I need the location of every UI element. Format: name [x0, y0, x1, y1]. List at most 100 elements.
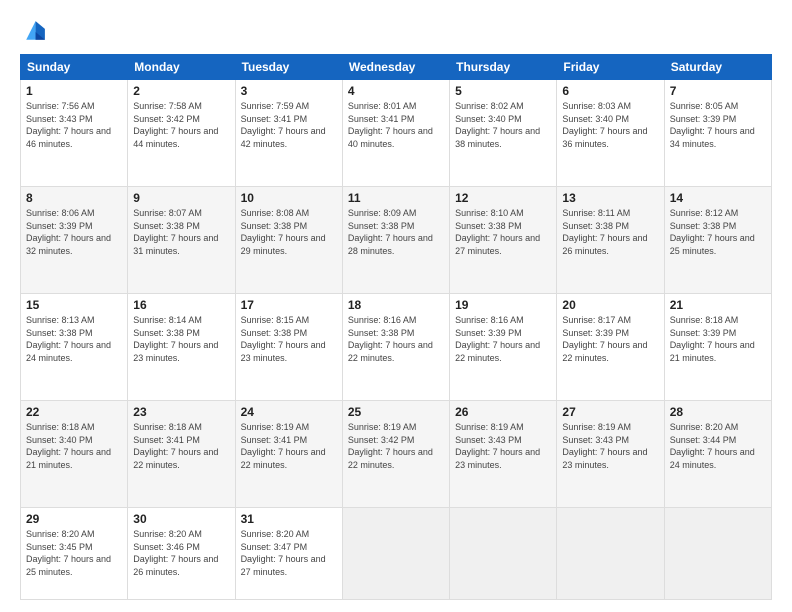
day-info: Sunrise: 8:17 AMSunset: 3:39 PMDaylight:… — [562, 314, 658, 364]
day-info: Sunrise: 8:03 AMSunset: 3:40 PMDaylight:… — [562, 100, 658, 150]
day-cell: 24 Sunrise: 8:19 AMSunset: 3:41 PMDayligh… — [235, 401, 342, 508]
day-info: Sunrise: 8:13 AMSunset: 3:38 PMDaylight:… — [26, 314, 122, 364]
day-number: 11 — [348, 191, 444, 205]
day-cell — [342, 508, 449, 600]
day-number: 29 — [26, 512, 122, 526]
day-cell: 7 Sunrise: 8:05 AMSunset: 3:39 PMDaylight… — [664, 80, 771, 187]
day-number: 1 — [26, 84, 122, 98]
day-number: 6 — [562, 84, 658, 98]
day-number: 8 — [26, 191, 122, 205]
day-cell: 16Sunrise: 8:14 AMSunset: 3:38 PMDayligh… — [128, 294, 235, 401]
day-number: 2 — [133, 84, 229, 98]
calendar-table: SundayMondayTuesdayWednesdayThursdayFrid… — [20, 54, 772, 600]
day-number: 10 — [241, 191, 337, 205]
day-cell: 22 Sunrise: 8:18 AMSunset: 3:40 PMDayligh… — [21, 401, 128, 508]
day-info: Sunrise: 8:15 AMSunset: 3:38 PMDaylight:… — [241, 314, 337, 364]
day-number: 31 — [241, 512, 337, 526]
day-number: 13 — [562, 191, 658, 205]
day-number: 18 — [348, 298, 444, 312]
day-info: Sunrise: 8:10 AMSunset: 3:38 PMDaylight:… — [455, 207, 551, 257]
day-number: 21 — [670, 298, 766, 312]
day-number: 4 — [348, 84, 444, 98]
day-info: Sunrise: 7:56 AMSunset: 3:43 PMDaylight:… — [26, 100, 122, 150]
day-number: 25 — [348, 405, 444, 419]
day-cell: 29Sunrise: 8:20 AMSunset: 3:45 PMDayligh… — [21, 508, 128, 600]
week-row-5: 29Sunrise: 8:20 AMSunset: 3:45 PMDayligh… — [21, 508, 772, 600]
header — [20, 18, 772, 46]
day-cell: 3 Sunrise: 7:59 AMSunset: 3:41 PMDaylight… — [235, 80, 342, 187]
day-info: Sunrise: 8:08 AMSunset: 3:38 PMDaylight:… — [241, 207, 337, 257]
weekday-header-monday: Monday — [128, 55, 235, 80]
day-number: 12 — [455, 191, 551, 205]
day-cell: 6 Sunrise: 8:03 AMSunset: 3:40 PMDaylight… — [557, 80, 664, 187]
weekday-header-thursday: Thursday — [450, 55, 557, 80]
day-info: Sunrise: 8:07 AMSunset: 3:38 PMDaylight:… — [133, 207, 229, 257]
day-info: Sunrise: 8:05 AMSunset: 3:39 PMDaylight:… — [670, 100, 766, 150]
day-cell: 31 Sunrise: 8:20 AMSunset: 3:47 PMDayligh… — [235, 508, 342, 600]
day-cell: 21 Sunrise: 8:18 AMSunset: 3:39 PMDayligh… — [664, 294, 771, 401]
day-info: Sunrise: 8:18 AMSunset: 3:39 PMDaylight:… — [670, 314, 766, 364]
day-number: 17 — [241, 298, 337, 312]
weekday-header-wednesday: Wednesday — [342, 55, 449, 80]
day-number: 26 — [455, 405, 551, 419]
week-row-2: 8Sunrise: 8:06 AMSunset: 3:39 PMDaylight… — [21, 187, 772, 294]
day-cell: 2Sunrise: 7:58 AMSunset: 3:42 PMDaylight… — [128, 80, 235, 187]
logo-icon — [20, 18, 48, 46]
day-number: 23 — [133, 405, 229, 419]
weekday-header-row: SundayMondayTuesdayWednesdayThursdayFrid… — [21, 55, 772, 80]
day-info: Sunrise: 8:16 AMSunset: 3:39 PMDaylight:… — [455, 314, 551, 364]
day-cell: 12 Sunrise: 8:10 AMSunset: 3:38 PMDayligh… — [450, 187, 557, 294]
day-info: Sunrise: 8:18 AMSunset: 3:40 PMDaylight:… — [26, 421, 122, 471]
day-info: Sunrise: 8:12 AMSunset: 3:38 PMDaylight:… — [670, 207, 766, 257]
day-number: 20 — [562, 298, 658, 312]
day-info: Sunrise: 8:19 AMSunset: 3:43 PMDaylight:… — [455, 421, 551, 471]
day-info: Sunrise: 8:09 AMSunset: 3:38 PMDaylight:… — [348, 207, 444, 257]
day-number: 14 — [670, 191, 766, 205]
day-number: 27 — [562, 405, 658, 419]
day-number: 5 — [455, 84, 551, 98]
weekday-header-saturday: Saturday — [664, 55, 771, 80]
day-cell: 13 Sunrise: 8:11 AMSunset: 3:38 PMDayligh… — [557, 187, 664, 294]
day-cell: 19Sunrise: 8:16 AMSunset: 3:39 PMDayligh… — [450, 294, 557, 401]
day-cell: 4Sunrise: 8:01 AMSunset: 3:41 PMDaylight… — [342, 80, 449, 187]
day-cell: 26 Sunrise: 8:19 AMSunset: 3:43 PMDayligh… — [450, 401, 557, 508]
day-cell — [450, 508, 557, 600]
day-number: 30 — [133, 512, 229, 526]
day-cell: 30 Sunrise: 8:20 AMSunset: 3:46 PMDayligh… — [128, 508, 235, 600]
day-info: Sunrise: 8:20 AMSunset: 3:46 PMDaylight:… — [133, 528, 229, 578]
day-info: Sunrise: 7:59 AMSunset: 3:41 PMDaylight:… — [241, 100, 337, 150]
day-info: Sunrise: 8:02 AMSunset: 3:40 PMDaylight:… — [455, 100, 551, 150]
day-info: Sunrise: 8:16 AMSunset: 3:38 PMDaylight:… — [348, 314, 444, 364]
weekday-header-sunday: Sunday — [21, 55, 128, 80]
week-row-4: 22 Sunrise: 8:18 AMSunset: 3:40 PMDayligh… — [21, 401, 772, 508]
day-cell: 9 Sunrise: 8:07 AMSunset: 3:38 PMDaylight… — [128, 187, 235, 294]
day-number: 24 — [241, 405, 337, 419]
day-cell — [664, 508, 771, 600]
day-info: Sunrise: 8:11 AMSunset: 3:38 PMDaylight:… — [562, 207, 658, 257]
day-info: Sunrise: 8:20 AMSunset: 3:47 PMDaylight:… — [241, 528, 337, 578]
day-cell — [557, 508, 664, 600]
day-info: Sunrise: 8:19 AMSunset: 3:42 PMDaylight:… — [348, 421, 444, 471]
day-cell: 27 Sunrise: 8:19 AMSunset: 3:43 PMDayligh… — [557, 401, 664, 508]
page: SundayMondayTuesdayWednesdayThursdayFrid… — [0, 0, 792, 612]
day-cell: 10 Sunrise: 8:08 AMSunset: 3:38 PMDayligh… — [235, 187, 342, 294]
week-row-3: 15 Sunrise: 8:13 AMSunset: 3:38 PMDayligh… — [21, 294, 772, 401]
day-number: 9 — [133, 191, 229, 205]
day-number: 3 — [241, 84, 337, 98]
day-cell: 15 Sunrise: 8:13 AMSunset: 3:38 PMDayligh… — [21, 294, 128, 401]
day-cell: 17 Sunrise: 8:15 AMSunset: 3:38 PMDayligh… — [235, 294, 342, 401]
day-info: Sunrise: 8:19 AMSunset: 3:43 PMDaylight:… — [562, 421, 658, 471]
day-number: 15 — [26, 298, 122, 312]
day-info: Sunrise: 8:20 AMSunset: 3:44 PMDaylight:… — [670, 421, 766, 471]
day-cell: 20 Sunrise: 8:17 AMSunset: 3:39 PMDayligh… — [557, 294, 664, 401]
day-cell: 18 Sunrise: 8:16 AMSunset: 3:38 PMDayligh… — [342, 294, 449, 401]
day-number: 22 — [26, 405, 122, 419]
day-info: Sunrise: 8:19 AMSunset: 3:41 PMDaylight:… — [241, 421, 337, 471]
logo — [20, 18, 52, 46]
weekday-header-tuesday: Tuesday — [235, 55, 342, 80]
weekday-header-friday: Friday — [557, 55, 664, 80]
week-row-1: 1 Sunrise: 7:56 AMSunset: 3:43 PMDaylight… — [21, 80, 772, 187]
day-cell: 11 Sunrise: 8:09 AMSunset: 3:38 PMDayligh… — [342, 187, 449, 294]
day-cell: 23Sunrise: 8:18 AMSunset: 3:41 PMDayligh… — [128, 401, 235, 508]
day-number: 7 — [670, 84, 766, 98]
